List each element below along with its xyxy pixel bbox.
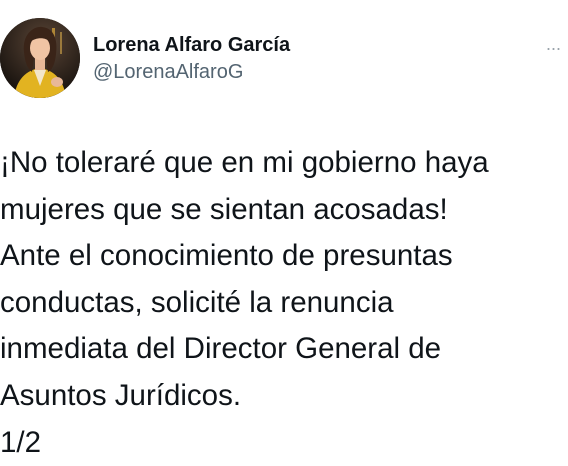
- tweet-text-line: inmediata del Director General de: [0, 332, 442, 366]
- avatar[interactable]: [0, 18, 80, 98]
- author-handle[interactable]: @LorenaAlfaroG: [93, 60, 290, 84]
- tweet-text-line: Ante el conocimiento de presuntas: [0, 239, 453, 273]
- more-horizontal-icon[interactable]: ···: [541, 38, 565, 58]
- author-display-name[interactable]: Lorena Alfaro García: [93, 33, 290, 57]
- tweet-header: Lorena Alfaro García @LorenaAlfaroG: [93, 33, 290, 84]
- profile-photo-icon: [0, 18, 80, 98]
- tweet-card: Lorena Alfaro García @LorenaAlfaroG ··· …: [0, 0, 568, 460]
- tweet-text-line: conductas, solicité la renuncia: [0, 285, 394, 319]
- tweet-text-line: mujeres que se sientan acosadas!: [0, 192, 448, 226]
- tweet-text: ¡No toleraré que en mi gobierno haya muj…: [0, 140, 560, 466]
- tweet-text-line: Asuntos Jurídicos.: [0, 378, 242, 412]
- tweet-text-line: ¡No toleraré que en mi gobierno haya: [0, 146, 489, 179]
- thread-counter: 1/2: [0, 425, 42, 459]
